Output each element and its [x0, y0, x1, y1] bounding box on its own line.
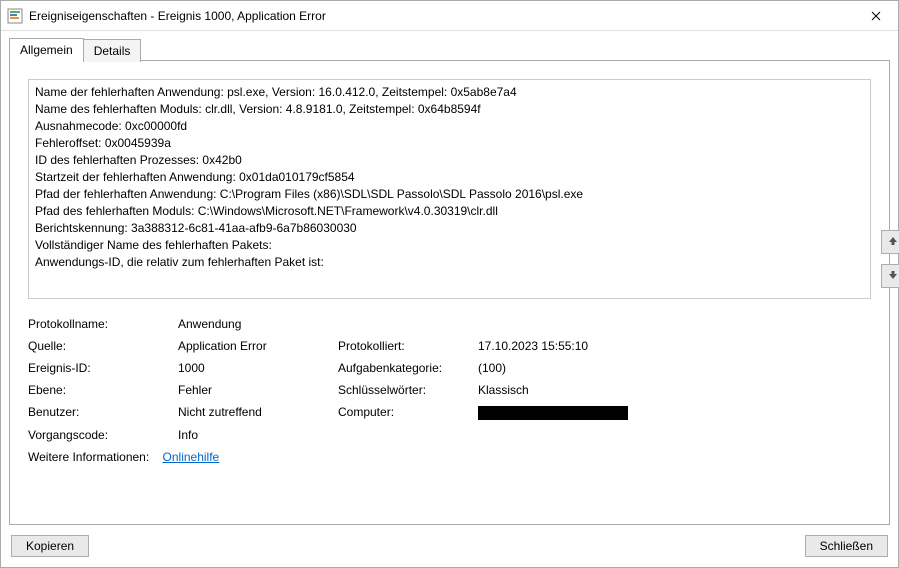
level-value: Fehler: [178, 383, 338, 397]
keywords-value: Klassisch: [478, 383, 871, 397]
log-value: Anwendung: [178, 317, 338, 331]
event-message-textbox[interactable]: Name der fehlerhaften Anwendung: psl.exe…: [28, 79, 871, 299]
more-info-row: Weitere Informationen: Onlinehilfe: [28, 450, 871, 464]
computer-value-redacted: [478, 406, 628, 420]
close-button[interactable]: Schließen: [805, 535, 888, 557]
dialog-footer: Kopieren Schließen: [9, 525, 890, 559]
app-icon: [7, 8, 23, 24]
online-help-link[interactable]: Onlinehilfe: [163, 450, 220, 464]
source-value: Application Error: [178, 339, 338, 353]
user-label: Benutzer:: [28, 405, 178, 420]
tab-general[interactable]: Allgemein: [9, 38, 84, 61]
eventid-value: 1000: [178, 361, 338, 375]
taskcat-label: Aufgabenkategorie:: [338, 361, 478, 375]
event-properties-window: Ereigniseigenschaften - Ereignis 1000, A…: [0, 0, 899, 568]
log-label: Protokollname:: [28, 317, 178, 331]
logged-label: Protokolliert:: [338, 339, 478, 353]
nav-up-button[interactable]: [881, 230, 899, 254]
taskcat-value: (100): [478, 361, 871, 375]
opcode-label: Vorgangscode:: [28, 428, 178, 442]
computer-label: Computer:: [338, 405, 478, 420]
moreinfo-label: Weitere Informationen:: [28, 450, 149, 464]
nav-down-button[interactable]: [881, 264, 899, 288]
window-title: Ereigniseigenschaften - Ereignis 1000, A…: [29, 9, 853, 23]
tabpanel-general: Name der fehlerhaften Anwendung: psl.exe…: [9, 60, 890, 525]
nav-buttons: [881, 230, 899, 288]
arrow-up-icon: [888, 236, 898, 249]
titlebar: Ereigniseigenschaften - Ereignis 1000, A…: [1, 1, 898, 31]
computer-value: [478, 405, 871, 420]
tab-details[interactable]: Details: [83, 39, 142, 62]
arrow-down-icon: [888, 270, 898, 283]
logged-value: 17.10.2023 15:55:10: [478, 339, 871, 353]
tabstrip: Allgemein Details: [9, 37, 890, 60]
level-label: Ebene:: [28, 383, 178, 397]
close-icon[interactable]: [853, 1, 898, 30]
source-label: Quelle:: [28, 339, 178, 353]
properties-grid: Protokollname: Anwendung Quelle: Applica…: [28, 317, 871, 442]
client-area: Allgemein Details Name der fehlerhaften …: [1, 31, 898, 567]
keywords-label: Schlüsselwörter:: [338, 383, 478, 397]
opcode-value: Info: [178, 428, 338, 442]
copy-button[interactable]: Kopieren: [11, 535, 89, 557]
eventid-label: Ereignis-ID:: [28, 361, 178, 375]
user-value: Nicht zutreffend: [178, 405, 338, 420]
